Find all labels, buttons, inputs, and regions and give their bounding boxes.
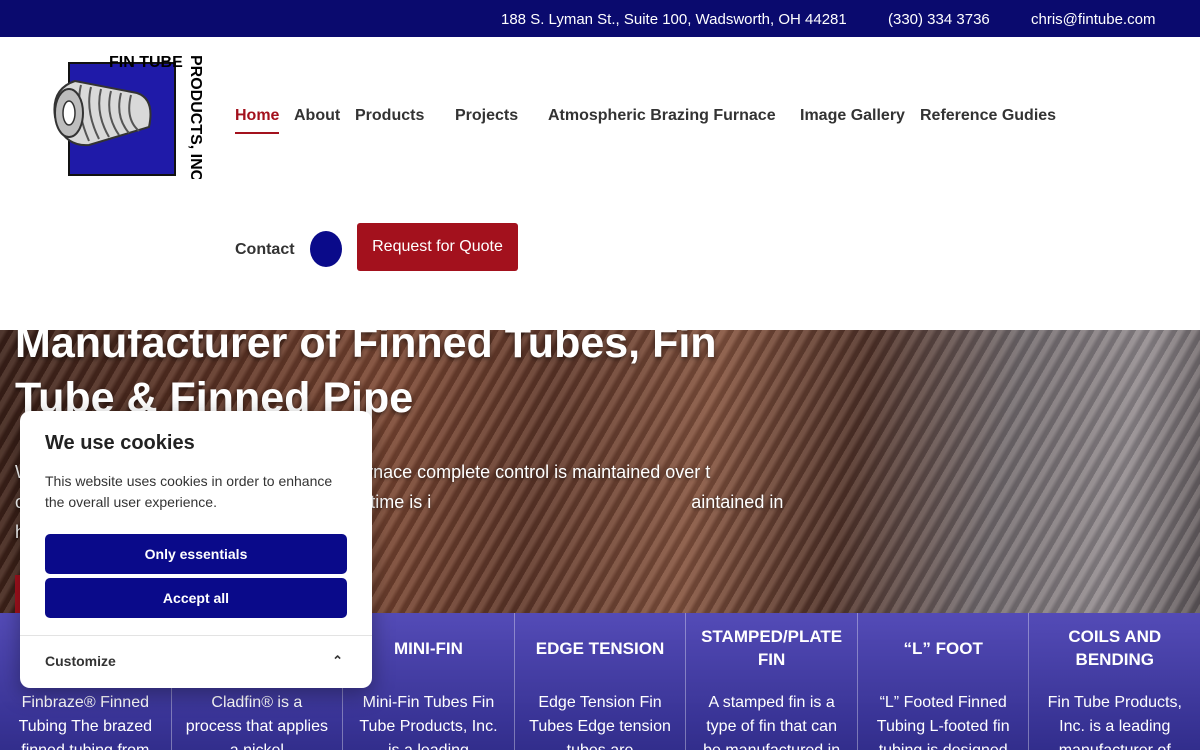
svg-text:FIN TUBE: FIN TUBE <box>109 54 183 71</box>
cookie-text: This website uses cookies in order to en… <box>45 473 333 510</box>
card-coils-and-bending[interactable]: COILS AND BENDING Fin Tube Products, Inc… <box>1029 613 1200 750</box>
cookie-consent-dialog: We use cookies This website uses cookies… <box>20 411 372 688</box>
search-icon[interactable] <box>310 231 342 267</box>
address-text: 188 S. Lyman St., Suite 100, Wadsworth, … <box>501 11 847 28</box>
svg-text:PRODUCTS, INC.: PRODUCTS, INC. <box>187 55 204 179</box>
card-text: Mini-Fin Tubes Fin Tube Products, Inc. i… <box>359 694 498 750</box>
card-title: MINI-FIN <box>393 638 463 658</box>
card-title: COILS AND BENDING <box>1068 627 1162 669</box>
card-title: STAMPED/PLATE FIN <box>701 627 843 669</box>
card-stamped-plate-fin[interactable]: STAMPED/PLATE FIN A stamped fin is a typ… <box>686 613 858 750</box>
nav-about[interactable]: About <box>294 107 340 125</box>
card-title: “L” FOOT <box>903 638 983 658</box>
card-text: Cladfin® is a process that applies a nic… <box>185 694 329 750</box>
nav-contact[interactable]: Contact <box>235 241 295 259</box>
card-text: Fin Tube Products, Inc. is a leading man… <box>1047 694 1182 750</box>
cookie-title: We use cookies <box>45 432 195 454</box>
customize-label: Customize <box>45 653 116 669</box>
card-text: “L” Footed Finned Tubing L-footed fin tu… <box>876 694 1010 750</box>
divider <box>20 635 372 636</box>
nav-atmospheric-brazing-furnace[interactable]: Atmospheric Brazing Furnace <box>548 107 776 125</box>
card-l-foot[interactable]: “L” FOOT “L” Footed Finned Tubing L-foot… <box>857 613 1030 750</box>
phone-link[interactable]: (330) 334 3736 <box>888 11 990 28</box>
only-essentials-button[interactable]: Only essentials <box>45 534 347 574</box>
card-text: A stamped fin is a type of fin that can … <box>703 694 840 750</box>
nav-home[interactable]: Home <box>235 107 280 134</box>
nav-products[interactable]: Products <box>355 107 424 125</box>
top-contact-bar: 188 S. Lyman St., Suite 100, Wadsworth, … <box>0 0 1200 37</box>
chevron-up-icon: ⌃ <box>332 653 343 668</box>
request-quote-button[interactable]: Request for Quote <box>357 223 518 271</box>
accept-all-button[interactable]: Accept all <box>45 578 347 618</box>
logo-graphic: FIN TUBE PRODUCTS, INC. <box>53 54 204 186</box>
nav-reference-guides[interactable]: Reference Gudies <box>920 107 1056 125</box>
customize-toggle[interactable]: Customize ⌃ <box>45 653 347 669</box>
site-header: FIN TUBE PRODUCTS, INC. Home About Produ… <box>0 37 1200 330</box>
company-logo[interactable]: FIN TUBE PRODUCTS, INC. <box>45 49 207 186</box>
card-title: EDGE TENSION <box>535 638 665 658</box>
card-edge-tension[interactable]: EDGE TENSION Edge Tension Fin Tubes Edge… <box>514 613 687 750</box>
email-link[interactable]: chris@fintube.com <box>1031 11 1155 28</box>
card-text: Finbraze® Finned Tubing The brazed finne… <box>18 694 152 750</box>
card-text: Edge Tension Fin Tubes Edge tension tube… <box>529 694 671 750</box>
nav-projects[interactable]: Projects <box>455 107 518 125</box>
nav-image-gallery[interactable]: Image Gallery <box>800 107 905 125</box>
